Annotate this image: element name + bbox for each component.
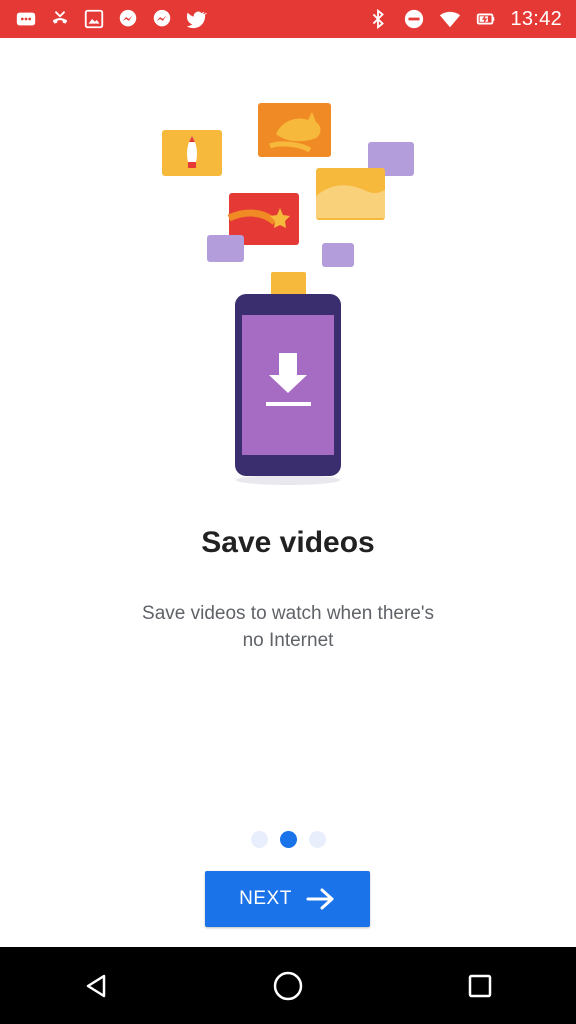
image-icon [82, 7, 106, 31]
cat-card-icon [258, 103, 331, 157]
home-icon [273, 971, 303, 1000]
page-title: Save videos [201, 526, 375, 559]
home-button[interactable] [258, 956, 318, 1016]
page-dot [308, 831, 326, 848]
save-videos-illustration [162, 103, 414, 485]
yellow-card-icon [271, 272, 306, 296]
next-button[interactable]: NEXT [205, 871, 370, 927]
missed-call-icon [48, 7, 72, 31]
purple-card-small-icon [322, 243, 354, 267]
wifi-icon [438, 7, 462, 31]
battery-icon [474, 7, 498, 31]
system-nav-bar [0, 947, 576, 1024]
recents-button[interactable] [450, 956, 510, 1016]
wave-card-icon [316, 168, 385, 220]
status-bar: 13:42 [0, 0, 576, 38]
twitter-icon [184, 7, 208, 31]
recents-icon [468, 974, 492, 997]
phone-download-icon [235, 294, 341, 485]
back-icon [86, 974, 106, 997]
clock: 13:42 [510, 7, 562, 30]
next-button-label: NEXT [239, 888, 292, 909]
arrow-right-icon [306, 888, 334, 910]
page-subtitle: Save videos to watch when there's no Int… [142, 603, 434, 651]
back-button[interactable] [66, 956, 126, 1016]
bluetooth-icon [366, 7, 390, 31]
messages-icon [14, 7, 38, 31]
purple-card-small-icon [207, 235, 244, 262]
page-indicator [0, 831, 576, 848]
messenger-icon [150, 7, 174, 31]
do-not-disturb-icon [402, 7, 426, 31]
messenger-icon [116, 7, 140, 31]
rocket-card-icon [162, 130, 222, 176]
page-dot [250, 831, 268, 848]
page-dot-active [279, 831, 297, 848]
